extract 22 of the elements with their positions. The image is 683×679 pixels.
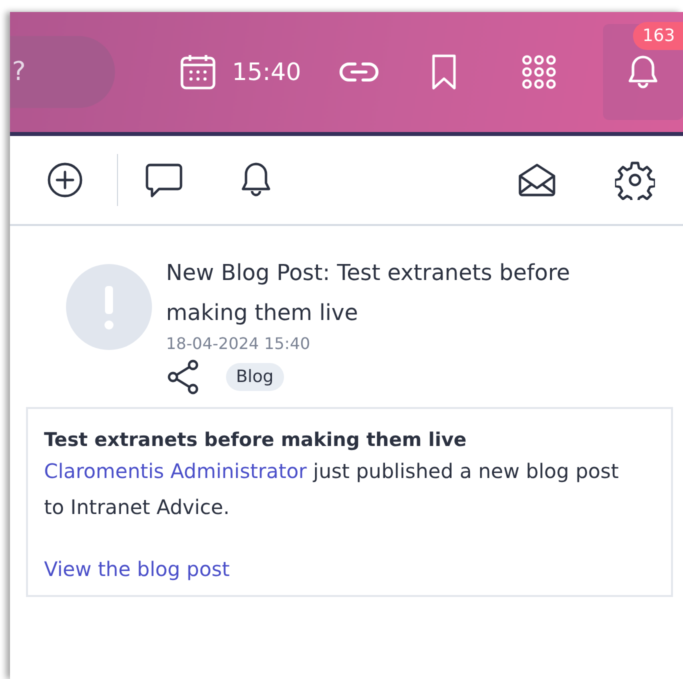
apps-grid-icon[interactable] bbox=[521, 54, 558, 90]
notification-date: 18-04-2024 15:40 bbox=[166, 334, 312, 353]
settings-icon[interactable] bbox=[615, 160, 655, 200]
bell-icon[interactable] bbox=[240, 161, 272, 199]
notification-title[interactable]: New Blog Post: Test extranets before making them live bbox=[166, 254, 636, 334]
clock-time: 15:40 bbox=[232, 58, 302, 86]
search-field[interactable]: ? bbox=[10, 36, 115, 108]
chat-bubble-icon[interactable] bbox=[144, 161, 184, 199]
bookmark-icon[interactable] bbox=[430, 53, 458, 91]
category-tag[interactable]: Blog bbox=[226, 363, 284, 391]
post-heading: Test extranets before making them live bbox=[44, 429, 468, 451]
calendar-icon[interactable] bbox=[178, 52, 218, 92]
notification-count-badge: 163 bbox=[632, 22, 683, 50]
view-post-link[interactable]: View the blog post bbox=[44, 557, 230, 581]
alert-avatar-icon bbox=[66, 264, 152, 350]
add-circle-icon[interactable] bbox=[46, 161, 84, 199]
bell-icon bbox=[627, 54, 659, 90]
share-icon[interactable] bbox=[166, 359, 200, 395]
author-link[interactable]: Claromentis Administrator bbox=[44, 459, 307, 483]
link-icon[interactable] bbox=[339, 60, 380, 84]
open-envelope-icon[interactable] bbox=[517, 162, 557, 198]
post-summary: Claromentis Administrator just published a new blog post to Intranet Advice. bbox=[44, 458, 620, 521]
